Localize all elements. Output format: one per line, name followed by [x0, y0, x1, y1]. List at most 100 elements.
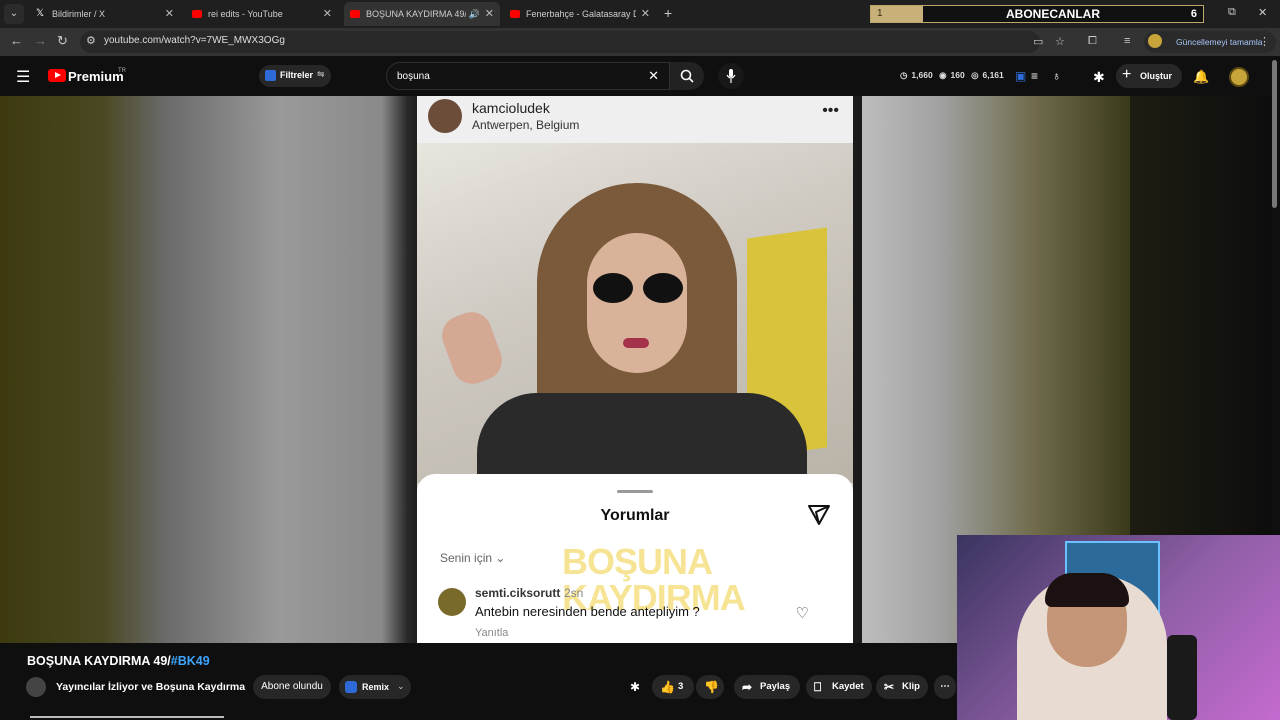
chevron-down-icon: ⌄: [495, 551, 506, 565]
lightbulb-icon[interactable]: ♁: [1052, 69, 1061, 83]
address-bar-row: ← → ↻ ⚙ youtube.com/watch?v=7WE_MWX3OGg …: [0, 28, 1280, 56]
heart-icon: ♡: [795, 605, 809, 622]
dislike-button[interactable]: 👎: [696, 675, 724, 699]
extension-icon: [265, 70, 276, 81]
close-tab-icon[interactable]: ✕: [165, 2, 174, 26]
close-tab-icon[interactable]: ✕: [641, 2, 650, 26]
share-button[interactable]: ➦ Paylaş: [734, 675, 800, 699]
country-code: TR: [118, 68, 126, 74]
tab-fenerbahce[interactable]: Fenerbahçe - Galatasaray Derb ✕: [504, 2, 656, 26]
browser-tab-bar: ⌄ 𝕏 Bildirimler / X ✕ rei edits - YouTub…: [0, 0, 1280, 28]
stat-views: 1,660: [911, 70, 933, 80]
youtube-favicon-icon: [350, 10, 360, 18]
close-tab-icon[interactable]: ✕: [323, 2, 332, 26]
share-icon: ➦: [742, 680, 753, 694]
new-tab-icon[interactable]: +: [664, 5, 672, 21]
filters-label: Filtreler: [280, 70, 314, 80]
search-input[interactable]: [397, 68, 637, 84]
tab-x-notifications[interactable]: 𝕏 Bildirimler / X ✕: [30, 2, 180, 26]
filters-button[interactable]: Filtreler ⇋: [259, 65, 331, 87]
hashtag-link[interactable]: #BK49: [171, 654, 210, 668]
instagram-username: kamcioludek: [472, 100, 550, 116]
more-actions-button[interactable]: ⋯: [934, 675, 956, 699]
like-count: 3: [678, 681, 684, 692]
scissors-icon: ✂: [884, 680, 895, 694]
thumbs-down-icon: 👎: [704, 680, 719, 694]
menu-icon[interactable]: ☰: [16, 67, 30, 87]
commenter-avatar: [438, 588, 466, 616]
tab-rei-edits[interactable]: rei edits - YouTube ✕: [186, 2, 338, 26]
person-hand: [436, 306, 508, 390]
chevron-down-icon[interactable]: ⌄: [397, 681, 405, 692]
more-icon: ⋯: [940, 681, 950, 692]
extension-icon[interactable]: ▣: [1015, 69, 1026, 83]
sort-label: Senin için: [440, 551, 493, 565]
title-text: BOŞUNA KAYDIRMA 49/: [27, 654, 171, 668]
like-button[interactable]: 👍 3: [652, 675, 694, 699]
youtube-logo-icon[interactable]: [48, 69, 66, 82]
person-lips: [623, 338, 649, 348]
reload-icon[interactable]: ↻: [57, 33, 68, 49]
clear-search-icon[interactable]: ✕: [648, 68, 659, 84]
speaker-icon[interactable]: 🔊: [469, 2, 480, 26]
puzzle-icon[interactable]: ✱: [1093, 69, 1105, 86]
channel-name[interactable]: Yayıncılar İzliyor ve Boşuna Kaydırma: [56, 681, 245, 693]
page-scrollbar[interactable]: [1272, 60, 1277, 208]
subscribed-button[interactable]: Abone olundu: [253, 675, 331, 699]
media-control-icon[interactable]: ≡: [1124, 35, 1130, 47]
notifications-bell-icon[interactable]: 🔔: [1193, 69, 1209, 85]
more-options-icon: •••: [822, 102, 839, 119]
tab-title: BOŞUNA KAYDIRMA 49/#B: [366, 9, 466, 19]
remix-label: Remix: [362, 682, 390, 692]
site-info-icon[interactable]: ⚙: [86, 34, 96, 47]
tab-bosuna-kaydirma[interactable]: BOŞUNA KAYDIRMA 49/#B 🔊 ✕: [344, 2, 500, 26]
clip-label: Klip: [902, 681, 920, 692]
eye-icon: ◎: [971, 70, 979, 80]
stat-watch: 160: [950, 70, 965, 80]
instagram-post-header: kamcioludek Antwerpen, Belgium •••: [417, 96, 853, 143]
extensions-icon[interactable]: ⧠: [1088, 35, 1097, 48]
clock-icon: ◷: [900, 70, 908, 80]
logo-text[interactable]: Premium: [68, 69, 124, 84]
close-tab-icon[interactable]: ✕: [485, 2, 494, 26]
create-button[interactable]: + Oluştur: [1116, 64, 1182, 88]
install-icon[interactable]: ▭: [1033, 35, 1043, 48]
thumbs-up-icon: 👍: [660, 680, 675, 694]
sunglasses: [593, 273, 683, 303]
commenter-name: semti.ciksorutt: [475, 586, 561, 600]
update-button[interactable]: Güncellemeyi tamamla ⋮: [1144, 31, 1276, 53]
instagram-avatar: [428, 99, 462, 133]
tab-title: Fenerbahçe - Galatasaray Derb: [526, 9, 636, 19]
save-button[interactable]: ⎕ Kaydet: [806, 675, 872, 699]
comment-time: 2sn: [564, 586, 584, 600]
comments-sheet: Yorumlar Senin için ⌄ BOŞUNA KAYDIRMA se…: [417, 474, 853, 643]
puzzle-icon[interactable]: ✱: [630, 680, 640, 694]
voice-search-button[interactable]: [718, 63, 744, 89]
restore-icon[interactable]: ⧉: [1228, 6, 1236, 19]
youtube-favicon-icon: [192, 10, 202, 18]
account-avatar[interactable]: [1229, 67, 1249, 87]
tab-title: Bildirimler / X: [52, 9, 106, 19]
url-text[interactable]: youtube.com/watch?v=7WE_MWX3OGg: [104, 35, 285, 46]
extension-label: ABONECANLAR: [1006, 7, 1100, 21]
plus-icon: +: [1122, 66, 1132, 83]
browser-menu-icon[interactable]: ⋮: [1259, 35, 1270, 48]
search-button[interactable]: [670, 62, 704, 90]
back-icon[interactable]: ←: [10, 33, 23, 48]
list-icon[interactable]: ≡: [1031, 69, 1038, 83]
eye-icon: ◉: [939, 70, 947, 80]
forward-icon[interactable]: →: [34, 33, 47, 48]
channel-stats: ◷ 1,660 ◉ 160 ◎ 6,161: [900, 70, 1008, 81]
channel-avatar[interactable]: [26, 677, 46, 697]
rank-value: 1: [871, 6, 923, 22]
clip-button[interactable]: ✂ Klip: [876, 675, 928, 699]
window-close-icon[interactable]: ✕: [1258, 6, 1267, 19]
remix-button[interactable]: Remix ⌄: [339, 675, 411, 699]
bookmark-star-icon[interactable]: ☆: [1055, 35, 1065, 48]
sheet-handle: [617, 490, 653, 493]
microphone-icon: [726, 69, 736, 83]
search-box: ✕: [386, 62, 670, 90]
reply-label: Yanıtla: [475, 627, 509, 639]
omnibox[interactable]: ⚙ youtube.com/watch?v=7WE_MWX3OGg: [80, 31, 1040, 53]
tab-search-icon[interactable]: ⌄: [4, 4, 24, 24]
